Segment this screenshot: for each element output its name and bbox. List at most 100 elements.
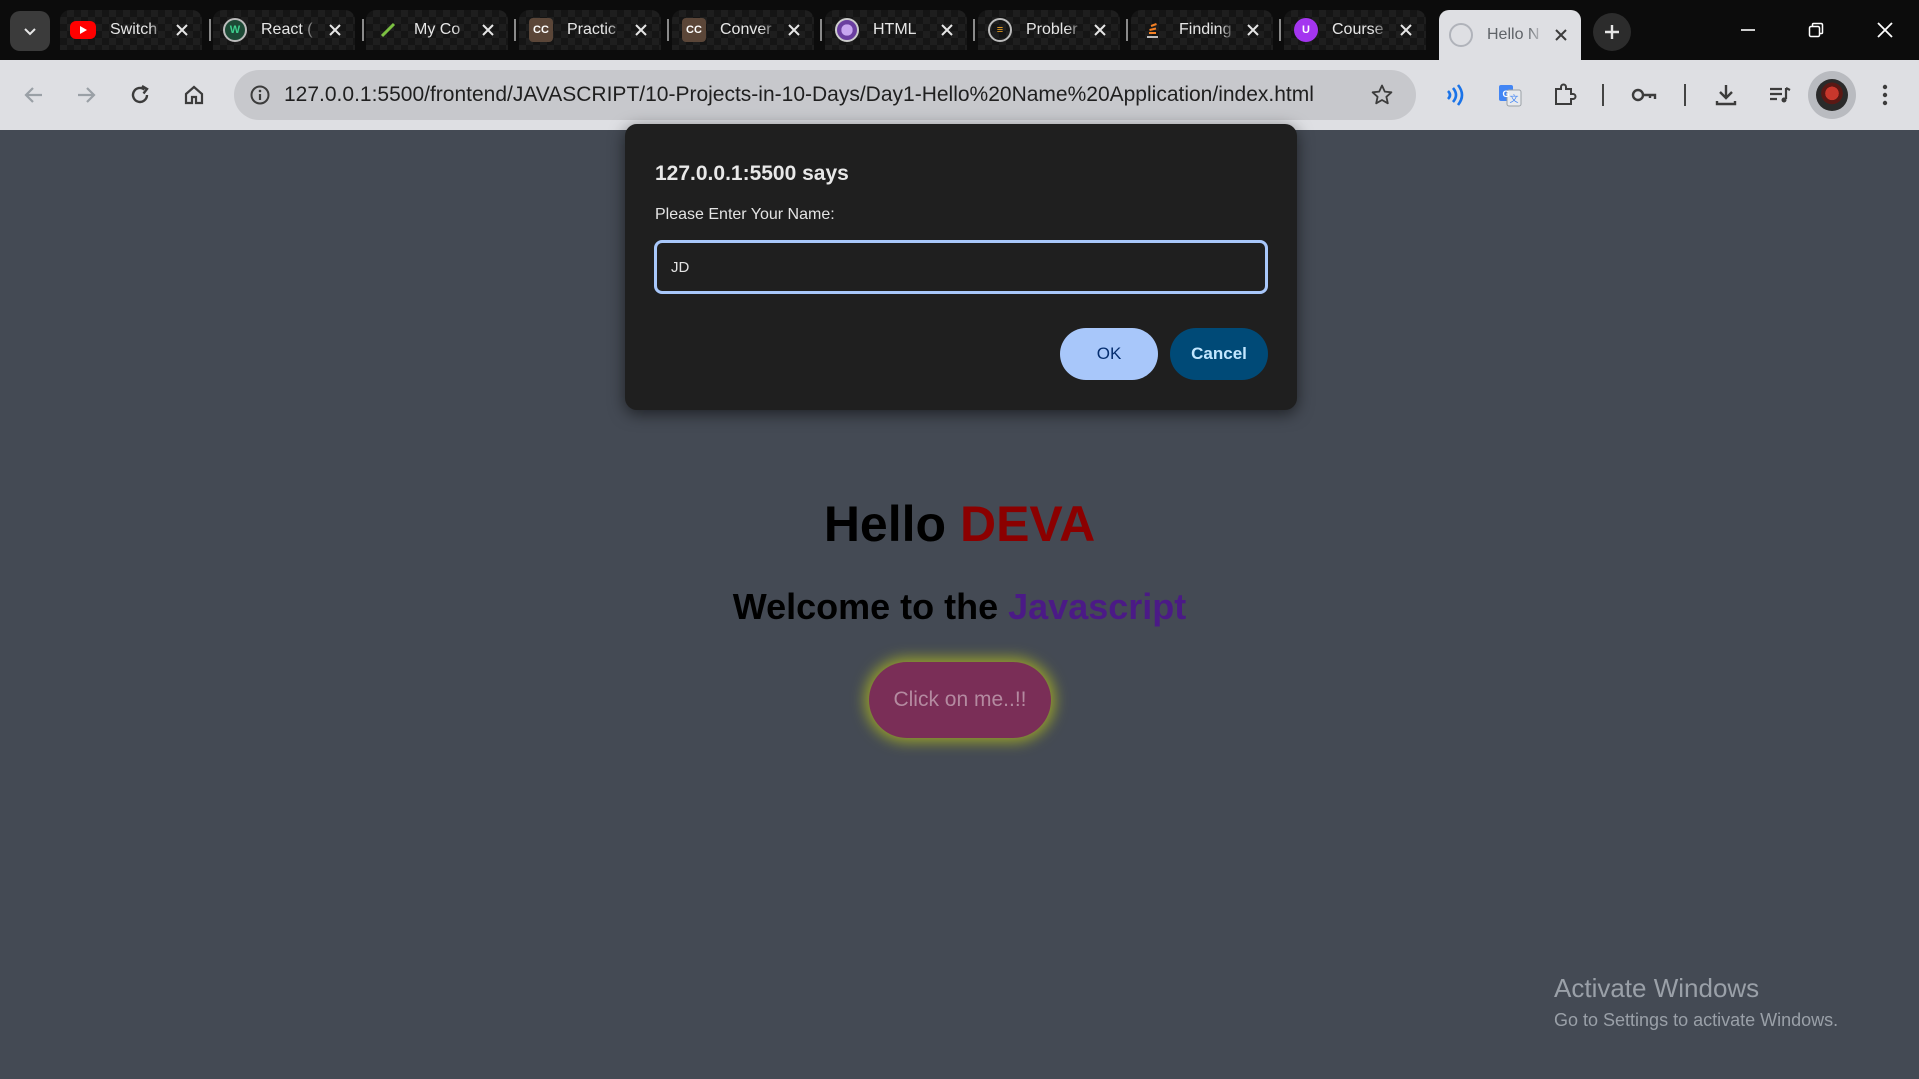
tab-separator	[667, 19, 669, 41]
globe-icon	[1449, 23, 1473, 47]
svg-text:文: 文	[1509, 93, 1518, 104]
tab-title: Switch	[110, 21, 158, 38]
minimize-icon	[1741, 29, 1755, 31]
tab-html[interactable]: HTML	[825, 10, 967, 50]
close-icon[interactable]	[325, 20, 345, 40]
close-window-button[interactable]	[1851, 0, 1919, 60]
tab-hello-name[interactable]: Hello N	[1439, 10, 1581, 60]
extensions-icon[interactable]	[1546, 77, 1582, 113]
codeforces-icon: ≡	[988, 18, 1012, 42]
activate-windows-watermark: Activate Windows Go to Settings to activ…	[1554, 973, 1838, 1031]
name-input[interactable]	[654, 240, 1268, 294]
address-bar[interactable]: 127.0.0.1:5500/frontend/JAVASCRIPT/10-Pr…	[234, 70, 1416, 120]
dialog-message: Please Enter Your Name:	[655, 206, 835, 223]
tab-title: Probler	[1026, 21, 1078, 38]
click-me-button[interactable]: Click on me..!!	[869, 662, 1051, 738]
ok-button[interactable]: OK	[1060, 328, 1158, 380]
minimize-button[interactable]	[1714, 0, 1782, 60]
wappalyzer-icon: W	[223, 18, 247, 42]
tab-problem[interactable]: ≡ Probler	[978, 10, 1120, 50]
profile-avatar[interactable]	[1808, 71, 1856, 119]
welcome-javascript: Javascript	[1008, 586, 1187, 627]
reload-button[interactable]	[122, 77, 158, 113]
tab-switch[interactable]: Switch	[60, 10, 202, 50]
restore-button[interactable]	[1782, 0, 1850, 60]
close-icon[interactable]	[1090, 20, 1110, 40]
home-icon	[184, 85, 204, 105]
udemy-icon: U	[1294, 18, 1318, 42]
media-queue-icon[interactable]	[1762, 77, 1798, 113]
toolbar-separator	[1684, 84, 1686, 106]
codechef-icon: CC	[682, 18, 706, 42]
close-icon[interactable]	[631, 20, 651, 40]
tab-separator	[973, 19, 975, 41]
tab-separator	[820, 19, 822, 41]
password-key-icon[interactable]	[1626, 77, 1662, 113]
close-icon[interactable]	[784, 20, 804, 40]
back-button[interactable]	[16, 77, 52, 113]
reload-icon	[131, 84, 149, 104]
close-icon[interactable]	[937, 20, 957, 40]
tab-convert[interactable]: CC Conver	[672, 10, 814, 50]
tab-title: Course	[1332, 21, 1384, 38]
plus-icon	[1605, 25, 1619, 39]
close-icon[interactable]	[1396, 20, 1416, 40]
more-menu-icon[interactable]	[1870, 77, 1900, 113]
arrow-left-icon	[24, 87, 42, 103]
cancel-button[interactable]: Cancel	[1170, 328, 1268, 380]
tab-title: HTML	[873, 21, 917, 38]
download-icon[interactable]	[1708, 77, 1744, 113]
tab-my-co[interactable]: My Co	[366, 10, 508, 50]
home-button[interactable]	[176, 77, 212, 113]
welcome-heading: Welcome to the Javascript	[0, 586, 1919, 628]
tab-title: Conver	[720, 21, 772, 38]
svg-text:G: G	[1502, 89, 1509, 99]
arrow-right-icon	[78, 87, 96, 103]
restore-icon	[1808, 22, 1824, 38]
chevron-down-icon	[24, 28, 36, 36]
tab-title: React (	[261, 21, 313, 38]
tab-finding[interactable]: Finding	[1131, 10, 1273, 50]
tab-react[interactable]: W React (	[213, 10, 355, 50]
tab-title: Practic	[567, 21, 616, 38]
hello-prefix: Hello	[823, 496, 947, 552]
tab-separator	[1126, 19, 1128, 41]
watermark-subtitle: Go to Settings to activate Windows.	[1554, 1010, 1839, 1030]
watermark-title: Activate Windows	[1554, 973, 1760, 1003]
hello-heading: Hello DEVA	[0, 495, 1919, 553]
tab-title: My Co	[414, 21, 461, 38]
tab-separator	[209, 19, 211, 41]
leaf-icon	[376, 18, 400, 42]
url-text[interactable]: 127.0.0.1:5500/frontend/JAVASCRIPT/10-Pr…	[284, 83, 1362, 107]
tab-separator	[514, 19, 516, 41]
tab-title: Hello N	[1487, 26, 1540, 43]
tab-course[interactable]: U Course	[1284, 10, 1426, 50]
new-tab-button[interactable]	[1593, 13, 1631, 51]
stack-overflow-icon	[1141, 18, 1165, 42]
close-icon[interactable]	[1551, 25, 1571, 45]
bookmark-star-icon[interactable]	[1362, 75, 1402, 115]
tab-separator	[362, 19, 364, 41]
close-icon[interactable]	[1243, 20, 1263, 40]
toolbar-separator	[1602, 84, 1604, 106]
dialog-title: 127.0.0.1:5500 says	[655, 162, 849, 185]
welcome-prefix: Welcome to the	[732, 586, 999, 627]
browser-toolbar: 127.0.0.1:5500/frontend/JAVASCRIPT/10-Pr…	[0, 60, 1919, 130]
prompt-dialog: 127.0.0.1:5500 says Please Enter Your Na…	[625, 124, 1297, 410]
tab-search-button[interactable]	[10, 11, 50, 51]
tab-practice[interactable]: CC Practic	[519, 10, 661, 50]
site-info-icon[interactable]	[240, 75, 280, 115]
read-aloud-icon[interactable]	[1437, 77, 1473, 113]
google-translate-icon[interactable]: G文	[1492, 77, 1528, 113]
close-icon[interactable]	[478, 20, 498, 40]
forward-button[interactable]	[68, 77, 104, 113]
close-icon	[1877, 22, 1893, 38]
hello-name: DEVA	[959, 496, 1096, 552]
tab-separator	[1279, 19, 1281, 41]
avatar-image	[1816, 79, 1848, 111]
tab-title: Finding	[1179, 21, 1232, 38]
youtube-icon	[70, 21, 96, 39]
close-icon[interactable]	[172, 20, 192, 40]
avatar-icon	[835, 18, 859, 42]
tab-strip: Switch W React ( My Co CC Practic CC Con…	[0, 0, 1919, 60]
